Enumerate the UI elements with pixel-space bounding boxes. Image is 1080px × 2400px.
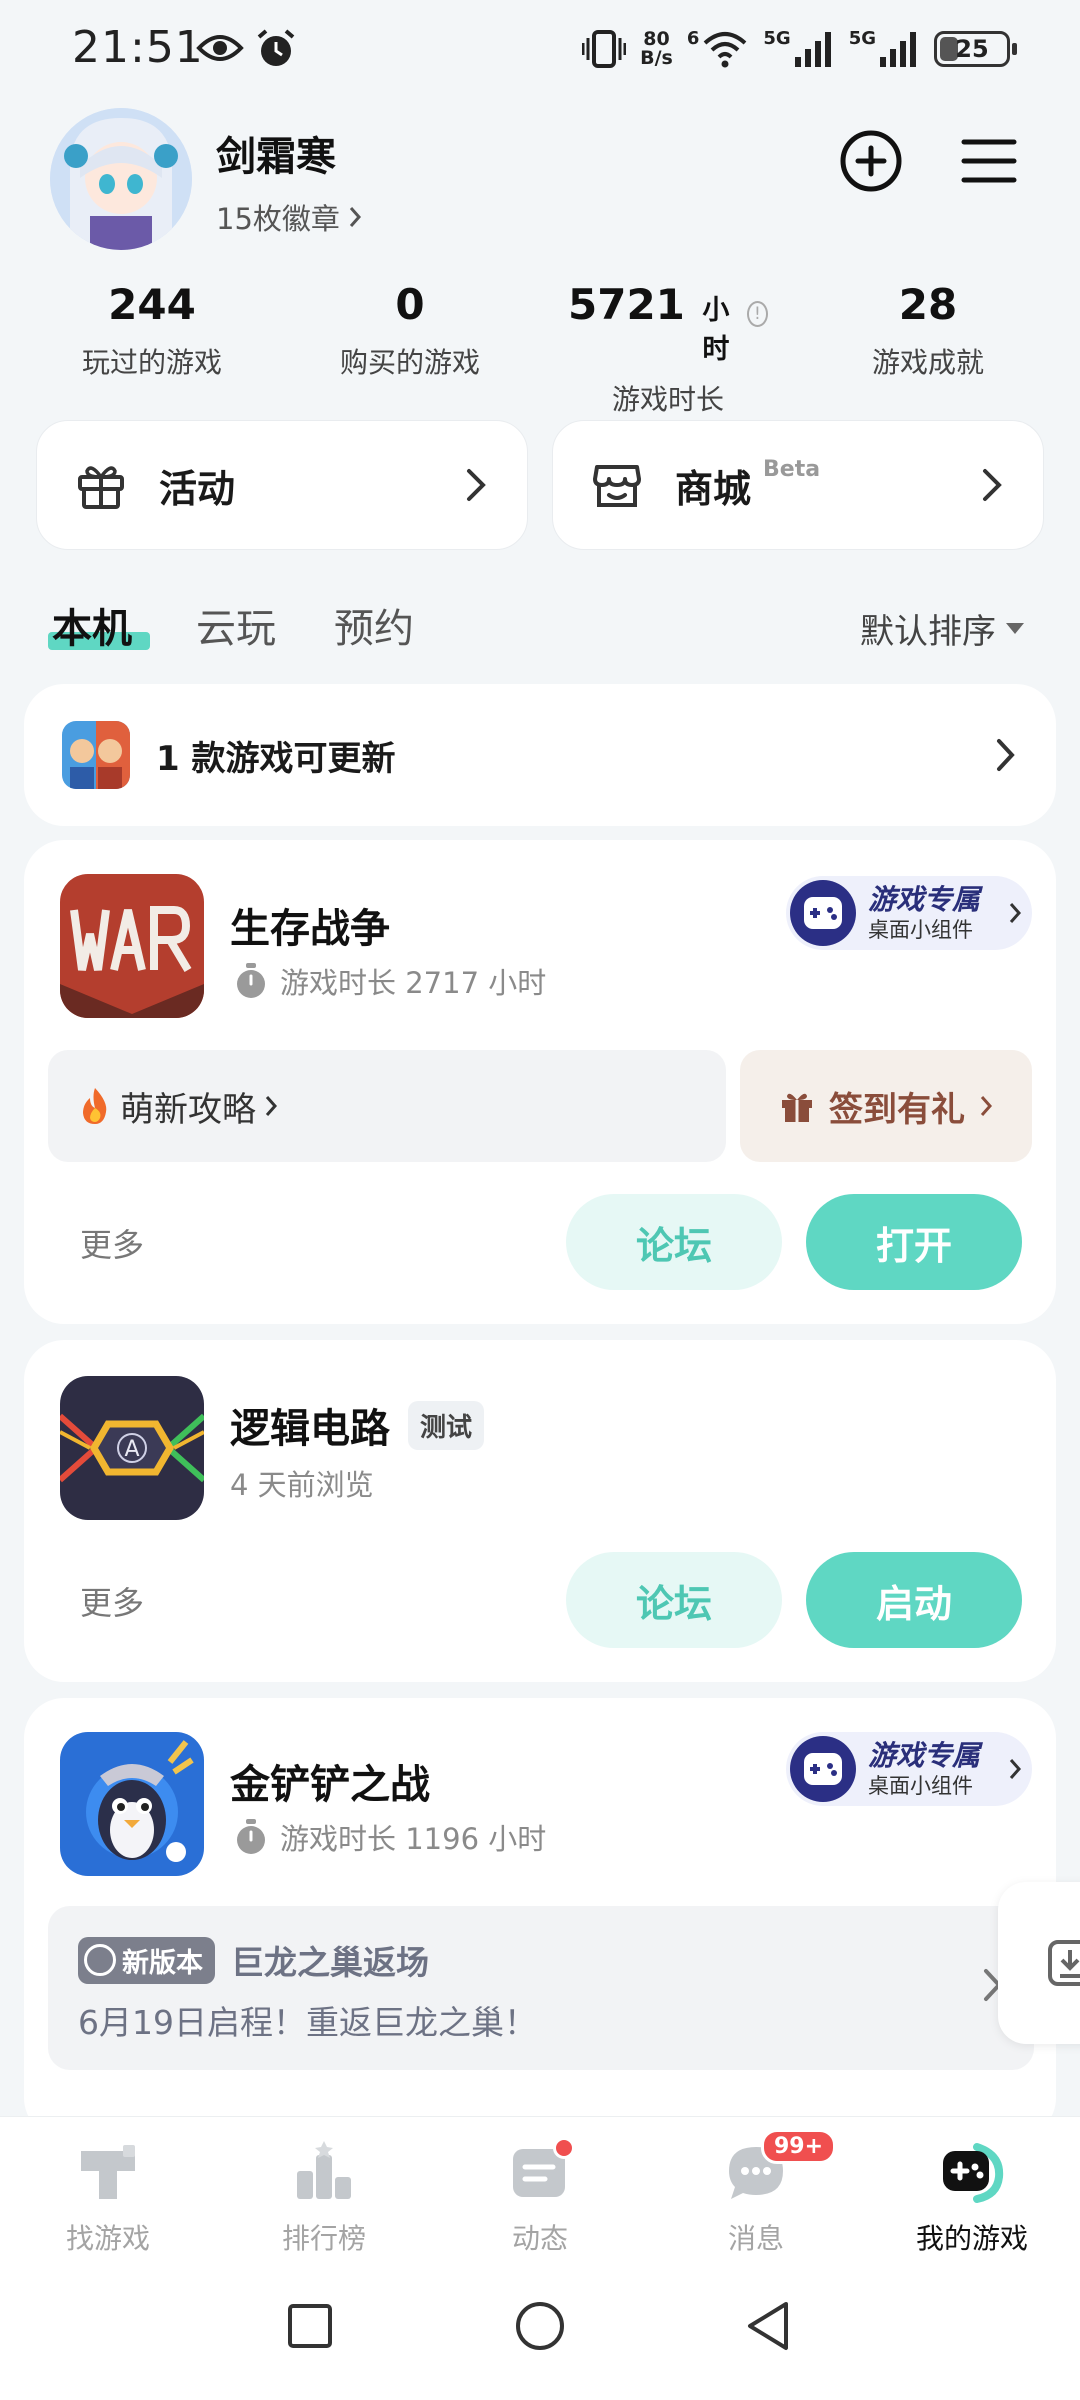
net-speed: 80 B/s [640,28,673,69]
signal-icon [794,32,831,67]
game-card-survival-war: 生存战争 游戏时长 2717 小时 游戏专属 桌面小组件 萌新攻略 签到有礼 更… [24,840,1056,1324]
back-icon[interactable] [744,2300,792,2352]
my-games-icon [943,2143,1004,2203]
stat-played-games[interactable]: 244 玩过的游戏 [52,280,252,381]
menu-icon[interactable] [958,130,1020,192]
floating-download-button[interactable] [998,1882,1080,2044]
game-card-golden-spatula: 金铲铲之战 游戏时长 1196 小时 游戏专属 桌面小组件 新版本 巨龙之巢返场 [24,1698,1056,2138]
stopwatch-icon [237,963,265,998]
stat-purchased-games[interactable]: 0 购买的游戏 [310,280,510,381]
last-viewed: 4 天前浏览 [230,1468,374,1502]
game-title[interactable]: 逻辑电路 测试 [230,1396,485,1454]
version-news-banner[interactable]: 新版本 巨龙之巢返场 6月19日启程！重返巨龙之巢！ [48,1906,1034,2070]
chevron-right-icon [349,207,361,227]
open-game-button[interactable]: 打开 [806,1194,1022,1290]
tab-reservation[interactable]: 预约 [334,596,414,654]
desktop-widget-badge[interactable]: 游戏专属 桌面小组件 [786,1732,1032,1806]
vibrate-icon [582,30,627,68]
game-icon-logic-circuit[interactable]: A [60,1376,204,1520]
forum-button[interactable]: 论坛 [566,1194,782,1290]
status-time: 21:51 [72,22,204,73]
game-icon-survival-war[interactable] [60,874,204,1018]
stopwatch-icon [237,1819,265,1854]
tab-local[interactable]: 本机 [52,596,132,654]
wifi-icon [704,32,747,68]
gamepad-widget-icon [790,880,856,946]
nav-feed[interactable]: 动态 [440,2137,640,2257]
nav-find-games[interactable]: 找游戏 [8,2137,208,2257]
signal-icon [880,32,916,67]
leaderboard-icon [297,2141,351,2199]
eye-icon [196,35,244,61]
chevron-right-icon [980,1096,993,1116]
test-tag: 测试 [408,1400,485,1450]
nav-leaderboard[interactable]: 排行榜 [224,2137,424,2257]
game-title[interactable]: 金铲铲之战 [230,1752,430,1810]
username: 剑霜寒 [216,134,336,180]
stat-achievements[interactable]: 28 游戏成就 [828,280,1028,381]
status-icons: 80 B/s 6 5G 5G 25 [582,24,1017,74]
fire-icon [83,1088,107,1124]
checkin-gift-button[interactable]: 签到有礼 [740,1050,1032,1162]
bottom-navigation: 找游戏 排行榜 动态 99+ 消息 我的游戏 [0,2116,1080,2256]
alarm-icon [257,29,295,66]
activity-card[interactable]: 活动 [36,420,528,550]
avatar[interactable] [50,108,192,250]
desktop-widget-badge[interactable]: 游戏专属 桌面小组件 [786,876,1032,950]
beginner-guide-button[interactable]: 萌新攻略 [48,1050,726,1162]
caret-down-icon [1006,623,1024,634]
stat-play-time[interactable]: 5721 小时 ! 游戏时长 [568,280,768,418]
notification-dot [553,2137,575,2159]
mall-card[interactable]: 商城 Beta [552,420,1044,550]
recent-apps-icon[interactable] [286,2302,334,2350]
info-icon[interactable]: ! [746,301,768,327]
chevron-right-icon [467,469,486,501]
game-icon-golden-spatula[interactable] [60,1732,204,1876]
chevron-right-icon [265,1096,278,1116]
play-time: 游戏时长 2717 小时 [234,960,546,1002]
gamepad-widget-icon [790,1736,856,1802]
svg-text:A: A [124,1437,139,1462]
version-icon [84,1944,116,1976]
sort-dropdown[interactable]: 默认排序 [860,604,1024,653]
more-button[interactable]: 更多 [80,1220,144,1266]
update-available-row[interactable]: 1 款游戏可更新 [24,684,1056,826]
status-bar: 21:51 80 B/s 6 5G 5G 25 [0,0,1080,100]
message-count-badge: 99+ [761,2129,837,2164]
add-circle-icon[interactable] [838,128,904,194]
avatar-image [50,108,192,250]
more-button[interactable]: 更多 [80,1578,144,1624]
badges-link[interactable]: 15枚徽章 [216,196,362,238]
gift-icon [782,1093,812,1122]
store-icon [593,465,641,507]
game-card-logic-circuit: A 逻辑电路 测试 4 天前浏览 更多 论坛 启动 [24,1340,1056,1682]
nav-my-games[interactable]: 我的游戏 [872,2137,1072,2257]
download-icon [1048,1940,1080,1986]
forum-button[interactable]: 论坛 [566,1552,782,1648]
gift-icon [78,466,124,509]
system-navigation-bar [0,2256,1080,2400]
game-title[interactable]: 生存战争 [230,896,390,954]
tab-cloud[interactable]: 云玩 [196,596,276,654]
home-icon[interactable] [514,2300,566,2352]
chevron-right-icon [997,739,1015,771]
find-games-icon [81,2145,135,2199]
chevron-right-icon [983,469,1002,501]
new-version-tag: 新版本 [78,1936,215,1984]
chevron-right-icon [1009,1759,1022,1779]
play-time: 游戏时长 1196 小时 [234,1816,546,1858]
chevron-right-icon [1009,903,1022,923]
nav-messages[interactable]: 99+ 消息 [656,2129,856,2257]
launch-game-button[interactable]: 启动 [806,1552,1022,1648]
game-update-icon [62,721,130,789]
battery-indicator: 25 [934,31,1017,67]
